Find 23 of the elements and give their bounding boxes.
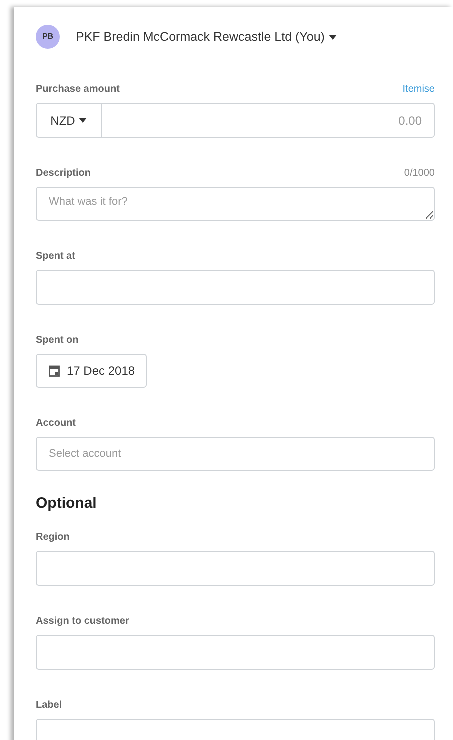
field-label: Purchase amount (36, 83, 120, 97)
currency-dropdown[interactable]: NZD (37, 104, 102, 137)
date-picker[interactable]: 17 Dec 2018 (36, 354, 147, 388)
calendar-icon (49, 365, 60, 377)
section-heading: Optional (36, 494, 98, 514)
description-field[interactable]: What was it for? (36, 187, 435, 221)
caret-icon (79, 118, 88, 123)
amount-input[interactable]: 0.00 (102, 104, 434, 137)
text-field[interactable] (36, 634, 435, 670)
field-label: Region (36, 530, 70, 544)
field-label: Assign to customer (36, 614, 130, 628)
amount-field[interactable]: NZD 0.00 (36, 103, 435, 138)
field-label: Spent at (36, 250, 76, 264)
field-label: Label (36, 698, 62, 712)
organisation-selector[interactable]: PKF Bredin McCormack Rewcastle Ltd (You) (76, 28, 337, 46)
field-label: Spent on (36, 334, 79, 348)
field-label: Account (36, 417, 76, 431)
avatar: PB (36, 25, 60, 49)
caret-icon (328, 34, 337, 40)
character-counter: 0/1000 (404, 167, 435, 181)
text-field[interactable] (36, 270, 435, 305)
field-label: Description (36, 167, 92, 181)
text-field[interactable] (36, 550, 435, 586)
